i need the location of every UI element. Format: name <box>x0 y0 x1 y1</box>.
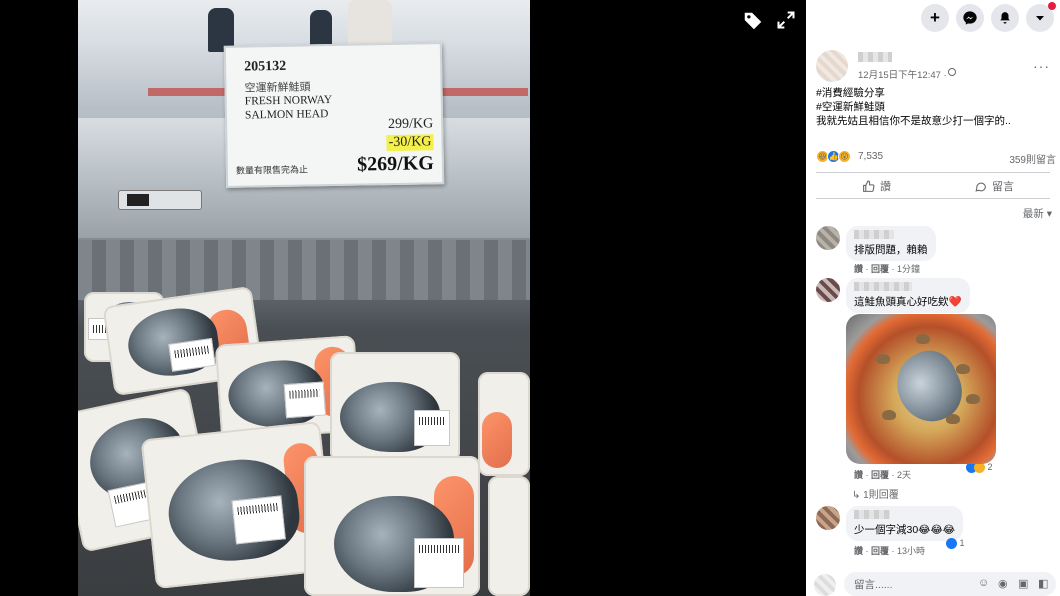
post-timestamp[interactable]: 12月15日下午12:47 · <box>858 67 947 81</box>
expand-icon[interactable] <box>776 10 796 34</box>
photo-viewer: 205132 空運新鮮鮭頭 FRESH NORWAY SALMON HEAD 2… <box>0 0 806 596</box>
comment-text: 這鮭魚頭真心好吃欸❤️ <box>854 296 962 308</box>
comment-icon <box>975 182 986 192</box>
comment-reply-link[interactable]: 回覆 <box>871 546 889 556</box>
price-sign: 205132 空運新鮮鮭頭 FRESH NORWAY SALMON HEAD 2… <box>223 42 445 188</box>
wow-reaction-icon: 😮 <box>838 150 851 163</box>
commenter-name[interactable] <box>854 510 890 519</box>
comment-actions: 讚 · 回覆 · 2天 <box>854 470 912 480</box>
comment-sort-dropdown[interactable]: 最新 ▾ <box>1023 206 1052 221</box>
globe-icon <box>948 68 956 76</box>
comment-bubble: 少一個字減30😂😂😂 <box>846 506 963 541</box>
bell-icon <box>1000 12 1010 24</box>
comment-reactions[interactable]: 1 <box>946 538 965 550</box>
author-name[interactable] <box>858 52 892 62</box>
post-caption: 我就先姑且相信你不是故意少打一個字的.. <box>816 115 1011 127</box>
comment-reply-link[interactable]: 回覆 <box>871 470 889 480</box>
sticker-icon[interactable]: ◧ <box>1038 577 1048 590</box>
commenter-avatar[interactable] <box>816 226 840 250</box>
plus-icon: + <box>930 8 940 27</box>
messenger-icon <box>963 11 977 25</box>
comment-reply-link[interactable]: 回覆 <box>871 264 889 274</box>
comment: 少一個字減30😂😂😂 讚 · 回覆 · 13小時 1 <box>816 506 1056 558</box>
sign-limited-note: 數量有限售完為止 <box>235 164 309 176</box>
like-label: 讚 <box>880 181 891 193</box>
commenter-name[interactable] <box>854 230 894 239</box>
comment-photo-salmon-soup[interactable] <box>846 314 996 464</box>
author-avatar[interactable] <box>816 50 848 82</box>
sign-name-en: FRESH NORWAY <box>244 94 333 108</box>
hashtag-link[interactable]: #消費經驗分享 <box>816 86 1052 100</box>
sign-discount: -30/KG <box>386 134 434 152</box>
comment-time[interactable]: 2天 <box>897 470 911 480</box>
comment-time[interactable]: 13小時 <box>897 546 925 556</box>
account-button[interactable] <box>1026 2 1056 32</box>
comment-count[interactable]: 359則留言 <box>1009 151 1056 166</box>
commenter-avatar[interactable] <box>816 506 840 530</box>
like-button[interactable]: 讚 <box>862 178 891 194</box>
comment-text: 排版問題，賴賴 <box>854 244 928 256</box>
gif-icon[interactable]: ▣ <box>1018 577 1028 590</box>
salmon-tray <box>488 476 530 596</box>
sign-original-price: 299/KG <box>387 116 434 133</box>
comment-actions: 讚 · 回覆 · 13小時 <box>854 546 926 556</box>
top-navigation: + <box>806 0 1060 34</box>
sign-name-zh: 空運新鮮鮭頭 <box>244 81 311 95</box>
notifications-button[interactable] <box>991 4 1019 32</box>
messenger-button[interactable] <box>956 4 984 32</box>
comment-time[interactable]: 1分鐘 <box>897 264 920 274</box>
post-side-panel: + 12月15日下午12:47 · ··· #消費經驗分享 #空運新鮮鮭頭 我就… <box>806 0 1060 596</box>
post-header: 12月15日下午12:47 · ··· <box>816 50 1056 84</box>
create-button[interactable]: + <box>921 4 949 32</box>
comment-input[interactable]: 留言...... ☺ ◉ ▣ ◧ <box>844 572 1056 596</box>
comment-button[interactable]: 留言 <box>974 178 1014 194</box>
current-user-avatar[interactable] <box>814 574 836 596</box>
comment-composer: 留言...... ☺ ◉ ▣ ◧ <box>814 570 1056 596</box>
comment-actions: 讚 · 回覆 · 1分鐘 <box>854 264 921 274</box>
divider <box>816 172 1050 173</box>
comment-text: 少一個字減30😂😂😂 <box>854 524 955 536</box>
commenter-avatar[interactable] <box>816 278 840 302</box>
reaction-count[interactable]: 7,535 <box>858 151 883 162</box>
comment-like-link[interactable]: 讚 <box>854 470 863 480</box>
post-text: #消費經驗分享 #空運新鮮鮭頭 我就先姑且相信你不是故意少打一個字的.. <box>816 86 1052 128</box>
view-replies-link[interactable]: ↳ 1則回覆 <box>852 486 899 501</box>
post-photo[interactable]: 205132 空運新鮮鮭頭 FRESH NORWAY SALMON HEAD 2… <box>78 0 530 596</box>
thumbs-up-icon <box>863 180 875 192</box>
comment-reaction-count: 2 <box>987 462 993 472</box>
comment-reaction-count: 1 <box>959 538 965 548</box>
notification-dot <box>1048 2 1056 10</box>
comment-label: 留言 <box>992 181 1014 193</box>
comment: 排版問題，賴賴 讚 · 回覆 · 1分鐘 <box>816 226 1056 276</box>
commenter-name[interactable] <box>854 282 912 291</box>
sign-final-price: $269/KG <box>357 152 435 176</box>
more-options-icon[interactable]: ··· <box>1033 58 1050 74</box>
comment-bubble: 排版問題，賴賴 <box>846 226 936 261</box>
counter-grille <box>78 240 530 300</box>
divider <box>816 198 1050 199</box>
salmon-tray <box>478 372 530 476</box>
caret-down-icon <box>1036 16 1044 21</box>
hashtag-link[interactable]: #空運新鮮鮭頭 <box>816 100 1052 114</box>
comment-bubble: 這鮭魚頭真心好吃欸❤️ <box>846 278 970 313</box>
camera-icon[interactable]: ◉ <box>998 577 1008 590</box>
reaction-summary[interactable]: 😆 👍 😮 7,535 359則留言 <box>816 150 1056 166</box>
salmon-tray <box>330 352 460 462</box>
sign-item-code: 205132 <box>244 58 287 75</box>
sign-name-en: SALMON HEAD <box>244 108 329 122</box>
thermometer-display <box>118 190 202 210</box>
emoji-icon[interactable]: ☺ <box>978 577 989 589</box>
tag-icon[interactable] <box>742 10 764 36</box>
salmon-tray <box>304 456 480 596</box>
comment-placeholder: 留言...... <box>854 579 893 591</box>
comment-like-link[interactable]: 讚 <box>854 264 863 274</box>
comment-like-link[interactable]: 讚 <box>854 546 863 556</box>
like-reaction-icon <box>946 538 957 550</box>
